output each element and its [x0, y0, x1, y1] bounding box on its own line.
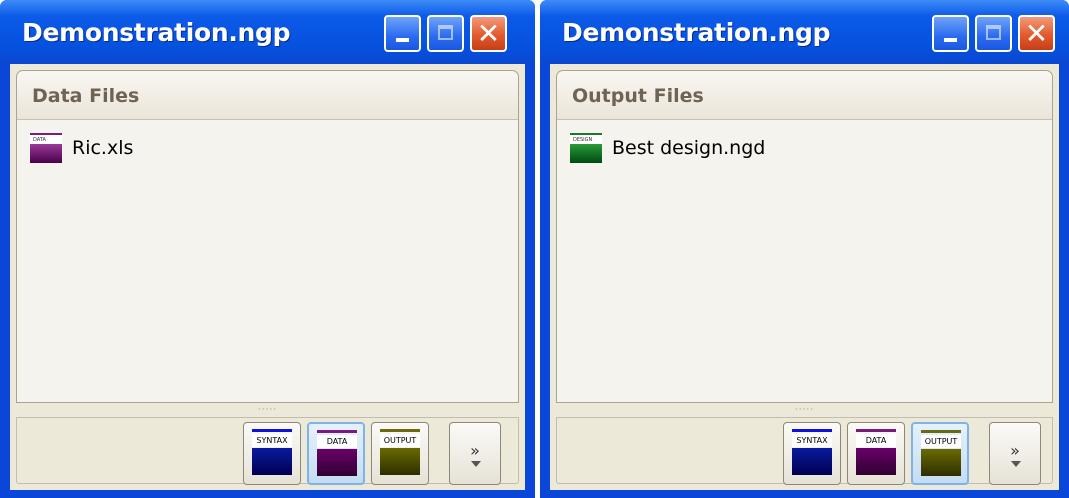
- minimize-button[interactable]: [384, 15, 421, 52]
- maximize-icon: [986, 25, 1001, 40]
- close-button[interactable]: ✕: [1018, 15, 1055, 52]
- title-bar[interactable]: Demonstration.ngp ✕: [0, 0, 535, 64]
- syntax-icon: SYNTAX: [792, 429, 832, 475]
- panel-title: Data Files: [32, 85, 140, 107]
- data-icon: DATA: [317, 430, 357, 476]
- window-title: Demonstration.ngp: [562, 18, 831, 47]
- syntax-icon: SYNTAX: [252, 429, 292, 475]
- chevron-right-icon: »: [1010, 441, 1020, 460]
- view-toolbar: SYNTAX DATA OUTPUT »: [16, 417, 519, 485]
- title-bar[interactable]: Demonstration.ngp ✕: [540, 0, 1069, 64]
- minimize-icon: [396, 38, 409, 42]
- file-panel: Data Files DATA Ric.xls: [16, 70, 519, 403]
- view-toolbar: SYNTAX DATA OUTPUT »: [556, 417, 1053, 485]
- output-view-button[interactable]: OUTPUT: [371, 422, 429, 485]
- window-title: Demonstration.ngp: [22, 18, 291, 47]
- more-views-button[interactable]: »: [449, 422, 501, 485]
- dropdown-arrow-icon: [471, 461, 481, 467]
- window-body: Output Files DESIGN Best design.ngd ····…: [550, 64, 1059, 490]
- data-file-icon: DATA: [30, 133, 62, 163]
- panel-title: Output Files: [572, 85, 704, 107]
- maximize-icon: [438, 25, 453, 40]
- close-icon: ✕: [476, 17, 501, 50]
- close-button[interactable]: ✕: [470, 15, 507, 52]
- data-view-button[interactable]: DATA: [847, 422, 905, 485]
- window-body: Data Files DATA Ric.xls ····· SYNTAX DAT…: [10, 64, 525, 490]
- chevron-right-icon: »: [470, 441, 480, 460]
- file-list-item[interactable]: DESIGN Best design.ngd: [570, 132, 765, 164]
- file-name: Ric.xls: [72, 137, 134, 159]
- project-window-data: Demonstration.ngp ✕ Data Files DATA Ric.…: [0, 0, 535, 498]
- data-icon: DATA: [856, 429, 896, 475]
- output-icon: OUTPUT: [921, 430, 961, 476]
- output-view-button[interactable]: OUTPUT: [911, 422, 969, 485]
- project-window-output: Demonstration.ngp ✕ Output Files DESIGN …: [540, 0, 1069, 498]
- minimize-button[interactable]: [932, 15, 969, 52]
- panel-splitter[interactable]: ·····: [556, 405, 1053, 415]
- maximize-button[interactable]: [427, 15, 464, 52]
- syntax-view-button[interactable]: SYNTAX: [783, 422, 841, 485]
- panel-header[interactable]: Output Files: [557, 71, 1052, 120]
- maximize-button[interactable]: [975, 15, 1012, 52]
- more-views-button[interactable]: »: [989, 422, 1041, 485]
- data-view-button[interactable]: DATA: [307, 422, 365, 485]
- output-icon: OUTPUT: [380, 429, 420, 475]
- close-icon: ✕: [1024, 17, 1049, 50]
- dropdown-arrow-icon: [1011, 461, 1021, 467]
- file-panel: Output Files DESIGN Best design.ngd: [556, 70, 1053, 403]
- file-list-item[interactable]: DATA Ric.xls: [30, 132, 133, 164]
- panel-header[interactable]: Data Files: [17, 71, 518, 120]
- minimize-icon: [944, 38, 957, 42]
- syntax-view-button[interactable]: SYNTAX: [243, 422, 301, 485]
- file-name: Best design.ngd: [612, 137, 766, 159]
- design-file-icon: DESIGN: [570, 133, 602, 163]
- panel-splitter[interactable]: ·····: [16, 405, 519, 415]
